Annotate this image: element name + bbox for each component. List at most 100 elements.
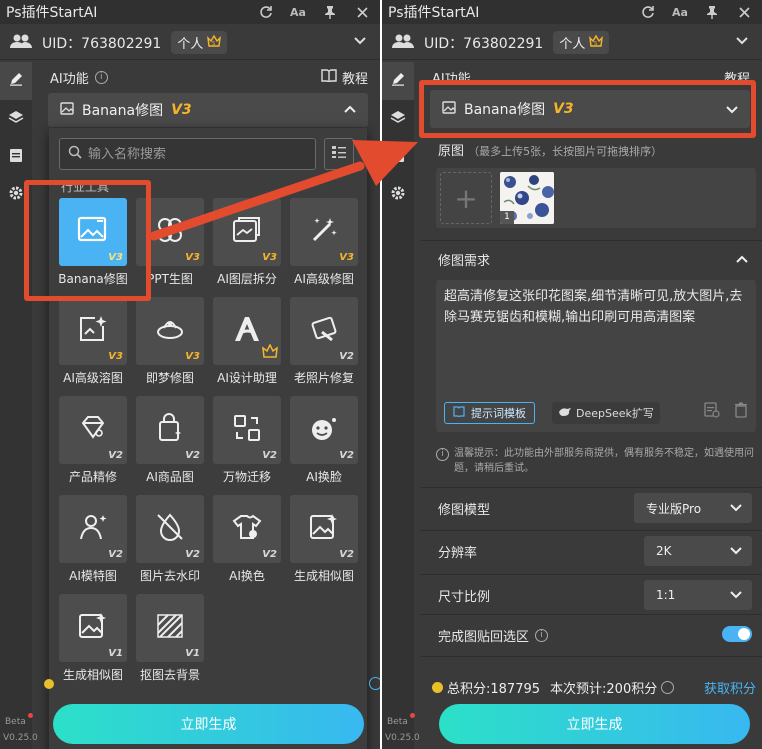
uid-label: UID：763802291 xyxy=(42,35,162,52)
font-size-icon[interactable]: Aa xyxy=(288,2,308,22)
tool-item[interactable]: V2 万物迁移 xyxy=(213,396,281,488)
tool-label: 图片去水印 xyxy=(139,569,200,583)
paste-back-toggle[interactable] xyxy=(722,626,752,642)
credits-info: 总积分:187795 本次预计:200积分 xyxy=(432,678,675,697)
refresh-icon[interactable] xyxy=(256,2,276,22)
sidebar-item-settings[interactable] xyxy=(382,176,414,214)
tool-item[interactable]: AI设计助理 xyxy=(213,297,281,389)
tool-label: AI模特图 xyxy=(69,569,117,583)
tool-item[interactable]: V2 AI模特图 xyxy=(59,495,127,587)
tool-item[interactable]: V1 生成相似图 xyxy=(59,594,127,686)
add-image-button[interactable]: + xyxy=(440,172,492,224)
close-icon[interactable] xyxy=(352,2,372,22)
ratio-select[interactable]: 1:1 xyxy=(644,580,752,610)
paste-back-label-wrap: 完成图贴回选区 i xyxy=(438,626,549,645)
sidebar-item-edit[interactable] xyxy=(382,62,414,100)
tool-item[interactable]: V2 生成相似图 xyxy=(290,495,358,587)
plan-label: 个人 xyxy=(177,37,204,52)
sidebar-item-layers[interactable] xyxy=(0,100,32,138)
tool-label: AI设计助理 xyxy=(217,371,277,385)
setting-row-model: 修图模型 专业版Pro xyxy=(420,487,762,527)
resolution-select[interactable]: 2K xyxy=(644,536,752,566)
plan-badge[interactable]: 个人 S xyxy=(171,31,228,54)
tool-item[interactable]: V2 图片去水印 xyxy=(136,495,204,587)
version-badge: V3 xyxy=(262,252,277,263)
info-icon[interactable] xyxy=(661,681,675,694)
tutorial-link[interactable]: 教程 xyxy=(321,68,368,87)
crown-icon: S xyxy=(207,34,222,51)
chevron-up-icon[interactable] xyxy=(736,252,748,267)
tool-label: AI高级修图 xyxy=(294,272,354,286)
clipboard-icon xyxy=(9,147,23,167)
history-icon[interactable] xyxy=(704,402,720,422)
layer-split-icon xyxy=(231,215,263,249)
generate-button[interactable]: 立即生成 xyxy=(53,704,364,744)
crown-icon xyxy=(262,343,278,362)
coin-icon xyxy=(432,682,443,693)
tool-item[interactable]: V3 AI高级修图 xyxy=(290,198,358,290)
tool-tile: V1 xyxy=(136,594,204,662)
original-image-note: （最多上传5张，长按图片可拖拽排序） xyxy=(468,145,663,158)
layers-icon xyxy=(390,109,406,129)
trash-icon[interactable] xyxy=(734,402,748,422)
prompt-template-button[interactable]: 提示词模板 xyxy=(444,402,535,424)
tool-item[interactable]: V1 抠图去背景 xyxy=(136,594,204,686)
chevron-down-icon[interactable] xyxy=(354,34,366,48)
highlight-box xyxy=(24,180,151,301)
info-icon[interactable]: i xyxy=(94,71,108,84)
resolution-select-value: 2K xyxy=(656,544,672,558)
similar-image-icon xyxy=(308,512,340,546)
tool-label: AI商品图 xyxy=(146,470,194,484)
tool-label: 老照片修复 xyxy=(293,371,354,385)
sidebar-item-edit[interactable] xyxy=(0,62,32,100)
sidebar-item-layers[interactable] xyxy=(382,100,414,138)
version-badge: V2 xyxy=(339,351,354,362)
requirement-textarea[interactable]: 超高清修复这张印花图案,细节清晰可见,放大图片,去除马赛克锯齿和模糊,输出印刷可… xyxy=(436,280,756,432)
tool-item[interactable]: V3 AI图层拆分 xyxy=(213,198,281,290)
sidebar-item-records[interactable] xyxy=(0,138,32,176)
tool-tile: V3 xyxy=(59,297,127,365)
gear-icon xyxy=(390,185,406,205)
model-select[interactable]: 专业版Pro xyxy=(634,493,752,523)
uploaded-thumbnail[interactable]: 1 xyxy=(500,172,554,224)
cutout-icon xyxy=(154,611,186,645)
tool-item[interactable]: V3 AI高级溶图 xyxy=(59,297,127,389)
version-label: V0.25.0 xyxy=(3,733,38,743)
tool-item[interactable]: V2 AI换色 xyxy=(213,495,281,587)
transfer-icon xyxy=(231,412,263,448)
version-label: V0.25.0 xyxy=(385,733,420,743)
version-badge: V2 xyxy=(339,450,354,461)
function-select[interactable]: Banana修图 V3 xyxy=(48,93,368,127)
design-assistant-icon xyxy=(231,313,263,349)
get-credits-link[interactable]: 获取积分 xyxy=(704,678,756,697)
diamond-icon xyxy=(77,413,109,447)
tool-item[interactable]: V2 老照片修复 xyxy=(290,297,358,389)
book-icon xyxy=(321,69,337,86)
tool-tile: V2 xyxy=(290,495,358,563)
generate-button[interactable]: 立即生成 xyxy=(439,704,750,744)
tool-item[interactable]: V2 AI换脸 xyxy=(290,396,358,488)
version-badge: V2 xyxy=(339,549,354,560)
sidebar-item-records[interactable] xyxy=(382,138,414,176)
tool-tile: V2 xyxy=(136,396,204,464)
watermark-remove-icon xyxy=(154,511,186,547)
tool-tile: V2 xyxy=(290,396,358,464)
chevron-up-icon xyxy=(344,102,356,117)
tool-item[interactable]: V3 即梦修图 xyxy=(136,297,204,389)
info-icon[interactable]: i xyxy=(535,629,549,642)
list-view-icon xyxy=(331,145,347,163)
tool-item[interactable]: V2 产品精修 xyxy=(59,396,127,488)
similar-image-icon xyxy=(77,611,109,645)
search-input[interactable] xyxy=(88,146,298,162)
beta-dot xyxy=(410,713,415,718)
deepseek-expand-button[interactable]: DeepSeek扩写 xyxy=(552,402,660,424)
tool-tile: V3 xyxy=(136,297,204,365)
list-view-button[interactable] xyxy=(324,138,354,170)
image-edit-icon xyxy=(60,101,74,119)
pin-icon[interactable] xyxy=(320,2,340,22)
version-badge: V3 xyxy=(185,351,200,362)
tool-tile: V2 xyxy=(290,297,358,365)
tool-item[interactable]: V2 AI商品图 xyxy=(136,396,204,488)
tool-tile: V2 xyxy=(213,495,281,563)
search-box xyxy=(59,138,316,170)
